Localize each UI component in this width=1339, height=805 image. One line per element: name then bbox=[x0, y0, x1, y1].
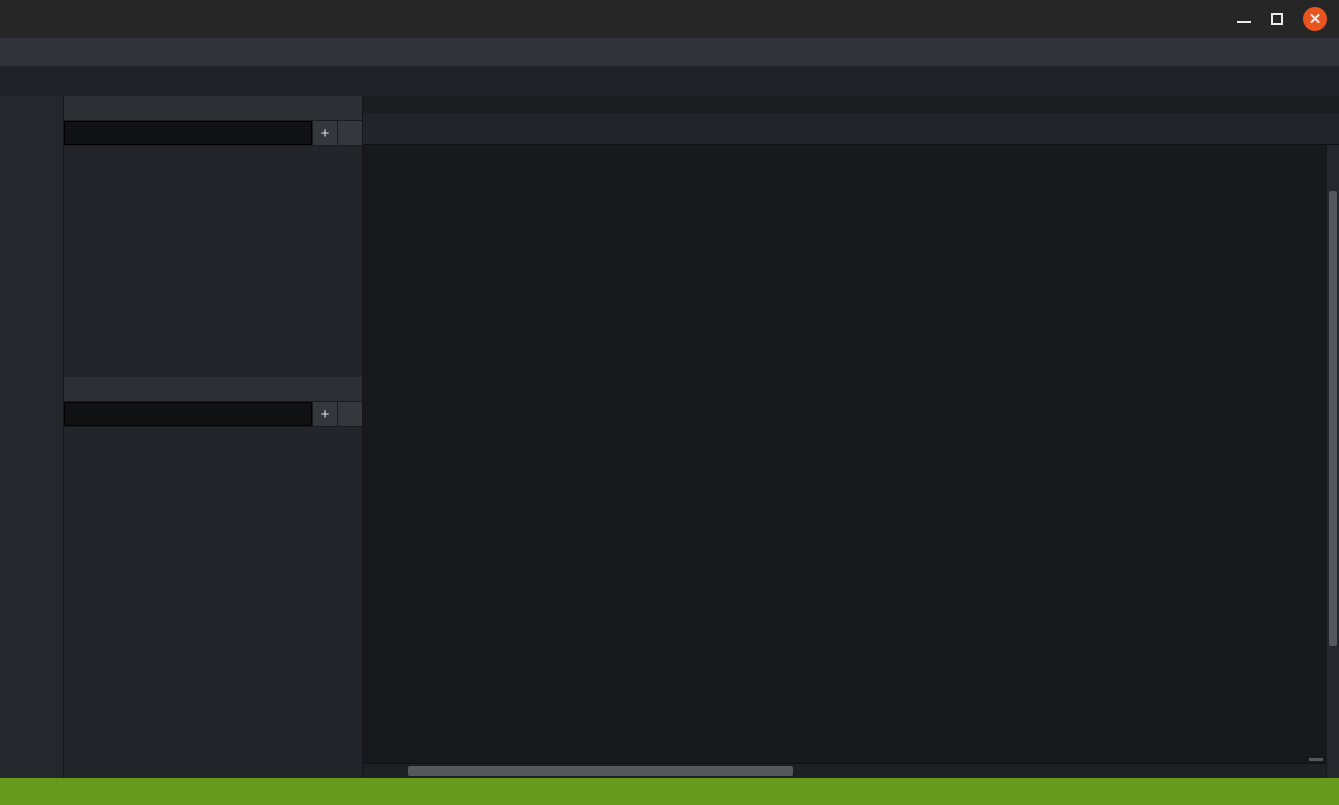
tab-group-strip bbox=[363, 96, 1339, 113]
maximize-button[interactable] bbox=[1271, 13, 1283, 25]
vertical-scrollbar-thumb[interactable] bbox=[1329, 191, 1337, 646]
status-bar bbox=[0, 778, 1339, 805]
title-bar: ✕ bbox=[0, 0, 1339, 38]
tables-search-input[interactable] bbox=[64, 402, 312, 426]
refresh-connections-button[interactable] bbox=[337, 121, 362, 145]
refresh-tables-button[interactable] bbox=[337, 402, 362, 426]
horizontal-scrollbar[interactable] bbox=[363, 763, 1326, 778]
add-table-icon-button[interactable]: + bbox=[312, 402, 337, 426]
close-button[interactable]: ✕ bbox=[1303, 7, 1327, 31]
vertical-scrollbar[interactable] bbox=[1326, 145, 1339, 778]
window-controls: ✕ bbox=[1237, 0, 1327, 38]
data-grid bbox=[363, 145, 1339, 778]
horizontal-scrollbar-thumb[interactable] bbox=[408, 766, 793, 776]
add-connection-icon-button[interactable]: + bbox=[312, 121, 337, 145]
connections-panel-header[interactable] bbox=[64, 96, 362, 121]
tables-search-row: + bbox=[64, 402, 362, 427]
tables-panel-header[interactable] bbox=[64, 377, 362, 402]
tables-list bbox=[64, 427, 362, 778]
connections-search-input[interactable] bbox=[64, 121, 312, 145]
main-area: + + bbox=[0, 96, 1339, 778]
content-area bbox=[362, 96, 1339, 778]
tab-strip bbox=[363, 113, 1339, 145]
grid-body bbox=[363, 145, 1339, 763]
toolbar bbox=[0, 66, 1339, 96]
connections-search-row: + bbox=[64, 121, 362, 146]
selection-summary-badge bbox=[1309, 758, 1323, 761]
menu-bar bbox=[0, 38, 1339, 66]
connections-list bbox=[64, 146, 362, 377]
minimize-button[interactable] bbox=[1237, 15, 1251, 23]
icon-rail bbox=[0, 96, 63, 778]
dbgate-window: ✕ + + bbox=[0, 0, 1339, 805]
sidebar: + + bbox=[63, 96, 362, 778]
